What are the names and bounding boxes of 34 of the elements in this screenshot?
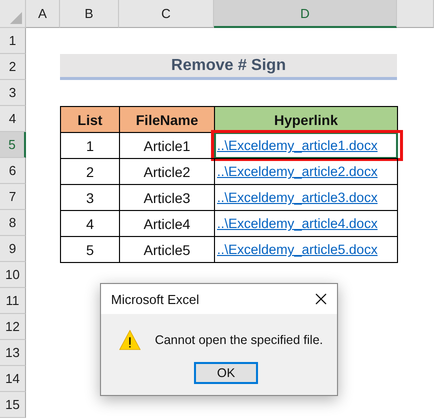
column-header[interactable] [397,0,434,28]
row-header[interactable]: 15 [0,392,26,418]
row-header[interactable]: 4 [0,106,26,132]
dialog-title: Microsoft Excel [111,292,200,306]
dialog-message: Cannot open the specified file. [154,333,323,347]
table-cell: 5 [60,236,120,263]
row-header[interactable]: 6 [0,158,26,184]
row-header[interactable]: 13 [0,340,26,366]
hyperlink[interactable]: ..\Exceldemy_article1.docx [217,138,378,153]
sheet-title: Remove # Sign [60,54,397,80]
row-header[interactable]: 11 [0,288,26,314]
row-header[interactable]: 2 [0,54,26,80]
row-header[interactable]: 9 [0,236,26,262]
row-header[interactable]: 10 [0,262,26,288]
row-header[interactable]: 5 [0,132,26,158]
close-icon[interactable] [315,293,327,305]
row-header[interactable]: 3 [0,80,26,106]
table-header-cell: List [60,106,120,133]
row-header[interactable]: 14 [0,366,26,392]
select-all-icon[interactable] [10,12,22,24]
hyperlink[interactable]: ..\Exceldemy_article2.docx [217,164,378,179]
row-header[interactable]: 12 [0,314,26,340]
table-header-cell: FileName [119,106,215,133]
row-header[interactable]: 7 [0,184,26,210]
row-header[interactable]: 1 [0,28,26,54]
column-header[interactable]: A [26,0,60,28]
hyperlink[interactable]: ..\Exceldemy_article5.docx [217,242,378,257]
ok-button[interactable]: OK [194,362,258,384]
hyperlink[interactable]: ..\Exceldemy_article3.docx [217,190,378,205]
hyperlink[interactable]: ..\Exceldemy_article4.docx [217,216,378,231]
row-header[interactable]: 8 [0,210,26,236]
column-header[interactable]: C [119,0,214,28]
column-header[interactable]: D [214,0,397,28]
column-header[interactable]: B [60,0,119,28]
